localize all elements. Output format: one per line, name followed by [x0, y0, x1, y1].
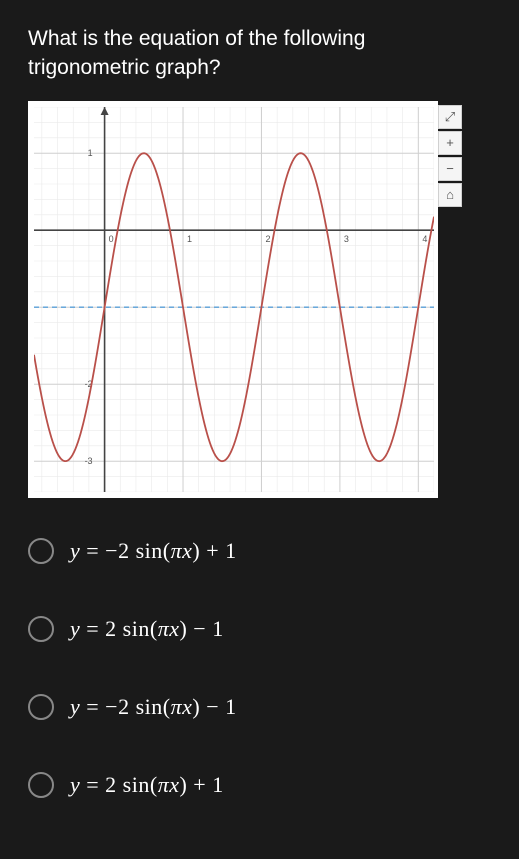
- zoom-in-button[interactable]: +: [438, 131, 462, 155]
- option-d-label: y = 2 sin(πx) + 1: [70, 772, 224, 798]
- home-button[interactable]: ⌂: [438, 183, 462, 207]
- option-b[interactable]: y = 2 sin(πx) − 1: [28, 616, 491, 642]
- graph-container: 01234-3-21 ⤢ + − ⌂: [28, 101, 438, 498]
- option-c-label: y = −2 sin(πx) − 1: [70, 694, 237, 720]
- option-d[interactable]: y = 2 sin(πx) + 1: [28, 772, 491, 798]
- svg-text:1: 1: [187, 234, 192, 244]
- radio-b[interactable]: [28, 616, 54, 642]
- option-a-label: y = −2 sin(πx) + 1: [70, 538, 237, 564]
- svg-text:4: 4: [422, 234, 427, 244]
- option-c[interactable]: y = −2 sin(πx) − 1: [28, 694, 491, 720]
- question-text: What is the equation of the following tr…: [28, 24, 491, 83]
- answer-options: y = −2 sin(πx) + 1 y = 2 sin(πx) − 1 y =…: [28, 538, 491, 798]
- svg-text:3: 3: [344, 234, 349, 244]
- graph-plot: 01234-3-21: [34, 107, 434, 492]
- radio-c[interactable]: [28, 694, 54, 720]
- radio-a[interactable]: [28, 538, 54, 564]
- option-b-label: y = 2 sin(πx) − 1: [70, 616, 224, 642]
- svg-text:0: 0: [109, 234, 114, 244]
- svg-text:-3: -3: [85, 456, 93, 466]
- radio-d[interactable]: [28, 772, 54, 798]
- zoom-out-button[interactable]: −: [438, 157, 462, 181]
- graph-toolbar: ⤢ + − ⌂: [438, 105, 462, 207]
- fullscreen-button[interactable]: ⤢: [438, 105, 462, 129]
- svg-text:2: 2: [265, 234, 270, 244]
- option-a[interactable]: y = −2 sin(πx) + 1: [28, 538, 491, 564]
- chart-svg: 01234-3-21: [34, 107, 434, 492]
- svg-text:1: 1: [88, 148, 93, 158]
